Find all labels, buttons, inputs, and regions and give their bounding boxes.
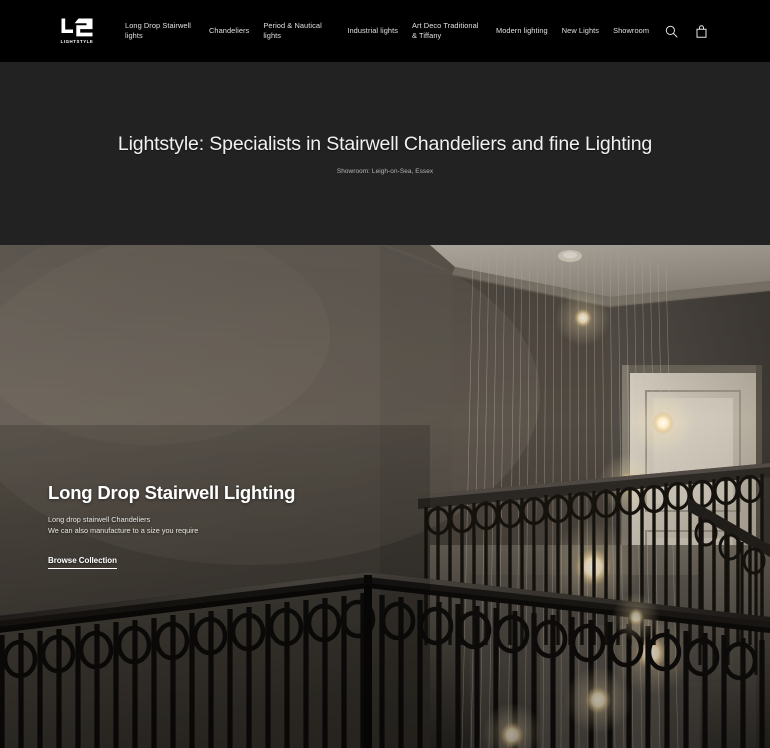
nav-chandeliers[interactable]: Chandeliers (202, 26, 256, 36)
logo-wordmark: LIGHTSTYLE (60, 39, 94, 45)
browse-collection-link[interactable]: Browse Collection (48, 556, 117, 570)
hero-text-overlay: Long Drop Stairwell Lighting Long drop s… (48, 482, 296, 570)
nav-period-nautical-lights[interactable]: Period & Nautical lights (256, 21, 340, 40)
page-root: LIGHTSTYLE Long Drop Stairwell lights Ch… (0, 0, 770, 748)
nav-showroom[interactable]: Showroom (606, 26, 656, 36)
intro-banner: Lightstyle: Specialists in Stairwell Cha… (0, 62, 770, 245)
header-icons (664, 24, 708, 38)
hero-heading: Long Drop Stairwell Lighting (48, 482, 296, 503)
nav-industrial-lights[interactable]: Industrial lights (340, 26, 405, 36)
nav-long-drop-stairwell-lights[interactable]: Long Drop Stairwell lights (118, 21, 202, 40)
hero-description: Long drop stairwell Chandeliers We can a… (48, 515, 295, 536)
hero-description-line-1: Long drop stairwell Chandeliers (48, 515, 151, 525)
hero-section: Long Drop Stairwell Lighting Long drop s… (0, 245, 770, 748)
site-header: LIGHTSTYLE Long Drop Stairwell lights Ch… (0, 0, 770, 62)
ls-monogram-logo (61, 18, 93, 37)
shopping-bag-icon[interactable] (694, 24, 708, 38)
hero-description-line-2: We can also manufacture to a size you re… (48, 525, 199, 535)
primary-navigation: Long Drop Stairwell lights Chandeliers P… (118, 0, 658, 62)
nav-modern-lighting[interactable]: Modern lighting (489, 26, 555, 36)
search-icon[interactable] (664, 24, 678, 38)
nav-new-lights[interactable]: New Lights (555, 26, 606, 36)
page-title: Lightstyle: Specialists in Stairwell Cha… (117, 132, 653, 155)
nav-art-deco-traditional-tiffany[interactable]: Art Deco Traditional & Tiffany (405, 21, 489, 40)
site-logo[interactable]: LIGHTSTYLE (48, 17, 106, 44)
showroom-location: Showroom: Leigh-on-Sea, Essex (336, 167, 434, 175)
